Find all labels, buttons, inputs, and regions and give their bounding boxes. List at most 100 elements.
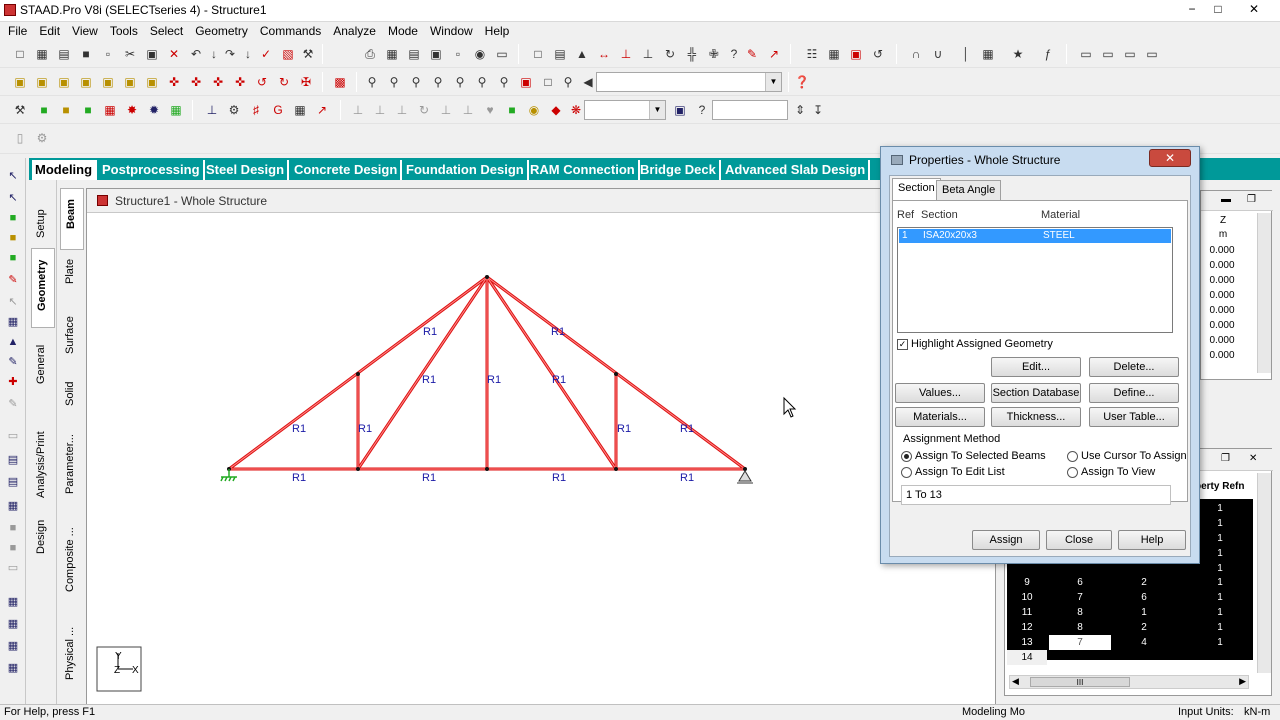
scroll-thumb[interactable]: III bbox=[1030, 677, 1130, 687]
magnify-icon[interactable]: ⚲ bbox=[560, 74, 576, 90]
tab-beta-angle[interactable]: Beta Angle bbox=[936, 180, 1002, 200]
subtab-plate[interactable]: Plate bbox=[60, 250, 84, 302]
cursor-plus-icon[interactable]: ✚ bbox=[5, 374, 21, 390]
close-button[interactable]: Close bbox=[1046, 530, 1112, 550]
arrow-icon[interactable]: ↗ bbox=[766, 46, 782, 62]
edit-list-input[interactable]: 1 To 13 bbox=[901, 485, 1171, 505]
assign-button[interactable]: Assign bbox=[972, 530, 1040, 550]
cursor-load-icon[interactable]: ✎ bbox=[5, 354, 21, 370]
user-table-button[interactable]: User Table... bbox=[1089, 407, 1179, 427]
function-icon[interactable]: ƒ bbox=[1040, 46, 1056, 62]
run-icon[interactable]: ★ bbox=[1010, 46, 1026, 62]
select-solids-icon[interactable]: ■ bbox=[80, 102, 96, 118]
paste-icon[interactable]: ▣ bbox=[144, 46, 160, 62]
tab-analysis-print[interactable]: Analysis/Print bbox=[31, 414, 55, 504]
property-row[interactable]: 1 ISA20x20x3 STEEL bbox=[899, 229, 1171, 243]
table2-restore-icon[interactable]: ❐ bbox=[1221, 453, 1230, 464]
view-top-icon[interactable]: ▣ bbox=[122, 74, 138, 90]
cursor-node-icon[interactable]: ↖ bbox=[5, 168, 21, 184]
delete-icon[interactable]: ✕ bbox=[166, 46, 182, 62]
zoom-window-icon[interactable]: ⚲ bbox=[408, 74, 424, 90]
ruler-icon[interactable]: │ bbox=[958, 46, 974, 62]
menu-window[interactable]: Window bbox=[424, 22, 479, 40]
bracket-icon[interactable]: ∪ bbox=[930, 46, 946, 62]
tab-advanced-slab-design[interactable]: Advanced Slab Design bbox=[722, 160, 871, 180]
cursor-group1-icon[interactable]: ▦ bbox=[5, 594, 21, 610]
snap-node-icon[interactable]: ⊥ bbox=[204, 102, 220, 118]
menu-view[interactable]: View bbox=[66, 22, 104, 40]
open-folder-icon[interactable]: ▤ bbox=[56, 46, 72, 62]
subtab-solid[interactable]: Solid bbox=[60, 376, 84, 424]
cursor-report-icon[interactable]: ▤ bbox=[5, 452, 21, 468]
page-icon[interactable]: ▭ bbox=[494, 46, 510, 62]
open-file-icon[interactable]: ▦ bbox=[34, 46, 50, 62]
load-icon[interactable]: ■ bbox=[504, 102, 520, 118]
cursor-table-icon[interactable]: ▤ bbox=[5, 474, 21, 490]
view-bottom-icon[interactable]: ▣ bbox=[144, 74, 160, 90]
dialog-close-button[interactable]: ✕ bbox=[1149, 149, 1191, 167]
tab-ram-connection[interactable]: RAM Connection bbox=[527, 160, 640, 180]
window4-icon[interactable]: ▭ bbox=[1144, 46, 1160, 62]
grid-icon[interactable]: ⊥ bbox=[640, 46, 656, 62]
camera-icon[interactable]: ◉ bbox=[472, 46, 488, 62]
property-list[interactable]: 1 ISA20x20x3 STEEL bbox=[897, 227, 1173, 333]
help-question-icon[interactable]: ❓ bbox=[794, 74, 810, 90]
picture-icon[interactable]: ▣ bbox=[428, 46, 444, 62]
rotate-right-icon[interactable]: ✜ bbox=[232, 74, 248, 90]
subtab-parameter[interactable]: Parameter... bbox=[60, 434, 84, 514]
zoom-dynamic-icon[interactable]: ⚲ bbox=[496, 74, 512, 90]
minimize-button[interactable]: − bbox=[1180, 0, 1204, 20]
table-minimize-icon[interactable]: ▬ bbox=[1221, 194, 1231, 205]
line-icon[interactable]: ↗ bbox=[314, 102, 330, 118]
rotate-down-icon[interactable]: ✜ bbox=[188, 74, 204, 90]
view-back-icon[interactable]: ▣ bbox=[56, 74, 72, 90]
print-preview-icon[interactable]: ▫ bbox=[100, 46, 116, 62]
select-grid-icon[interactable]: ▦ bbox=[168, 102, 184, 118]
design-icon[interactable]: ◆ bbox=[548, 102, 564, 118]
spin-right-icon[interactable]: ↻ bbox=[276, 74, 292, 90]
spinner-icon[interactable]: ⇕ bbox=[792, 102, 808, 118]
select-surfaces-icon[interactable]: ▦ bbox=[102, 102, 118, 118]
tab-concrete-design[interactable]: Concrete Design bbox=[291, 160, 403, 180]
save-icon[interactable]: ■ bbox=[78, 46, 94, 62]
table2-close-icon[interactable]: ✕ bbox=[1249, 453, 1257, 464]
cursor-geometry-icon[interactable]: ✎ bbox=[5, 272, 21, 288]
dropdown-arrow-icon[interactable]: ◀ bbox=[580, 74, 596, 90]
radio-selected-beams[interactable] bbox=[901, 451, 912, 462]
check-icon[interactable]: ✓ bbox=[258, 46, 274, 62]
cursor-print-icon[interactable]: ▦ bbox=[5, 498, 21, 514]
cursor-support-icon[interactable]: ▲ bbox=[5, 334, 21, 350]
calculator-icon[interactable]: ▧ bbox=[280, 46, 296, 62]
undo-icon[interactable]: ↶ bbox=[188, 46, 204, 62]
load-case-combo[interactable]: ▼ bbox=[584, 100, 666, 120]
menu-file[interactable]: File bbox=[0, 22, 33, 40]
menu-mode[interactable]: Mode bbox=[382, 22, 424, 40]
rotate-up-icon[interactable]: ✜ bbox=[166, 74, 182, 90]
cursor-plate-icon[interactable]: ■ bbox=[5, 210, 21, 226]
menu-select[interactable]: Select bbox=[144, 22, 189, 40]
section-database-button[interactable]: Section Database bbox=[991, 383, 1081, 403]
view-3d-icon[interactable]: ▣ bbox=[12, 74, 28, 90]
menu-tools[interactable]: Tools bbox=[104, 22, 144, 40]
report-icon[interactable]: ▫ bbox=[450, 46, 466, 62]
table-restore-icon[interactable]: ❐ bbox=[1247, 194, 1256, 205]
subtab-composite[interactable]: Composite ... bbox=[60, 522, 84, 612]
new-view-icon[interactable]: □ bbox=[540, 74, 556, 90]
vertical-scrollbar[interactable] bbox=[1257, 213, 1271, 373]
structure-canvas[interactable]: R1 R1 R1 R1 R1 R1 R1 R1 R1 R1 R1 R1 R1 Y… bbox=[87, 213, 997, 707]
display-window-icon[interactable]: ▣ bbox=[518, 74, 534, 90]
menu-help[interactable]: Help bbox=[479, 22, 516, 40]
view-right-icon[interactable]: ▣ bbox=[100, 74, 116, 90]
help-button[interactable]: Help bbox=[1118, 530, 1186, 550]
tab-bridge-deck[interactable]: Bridge Deck bbox=[637, 160, 721, 180]
node-icon[interactable]: □ bbox=[530, 46, 546, 62]
window2-icon[interactable]: ▭ bbox=[1100, 46, 1116, 62]
hammer-icon[interactable]: ⚒ bbox=[300, 46, 316, 62]
radio-assign-view[interactable] bbox=[1067, 467, 1078, 478]
tab-design[interactable]: Design bbox=[31, 508, 55, 568]
subtab-surface[interactable]: Surface bbox=[60, 310, 84, 368]
scale-input[interactable] bbox=[712, 100, 788, 120]
tab-setup[interactable]: Setup bbox=[31, 188, 55, 244]
redo-icon[interactable]: ↷ bbox=[222, 46, 238, 62]
pen-icon[interactable]: ✎ bbox=[744, 46, 760, 62]
